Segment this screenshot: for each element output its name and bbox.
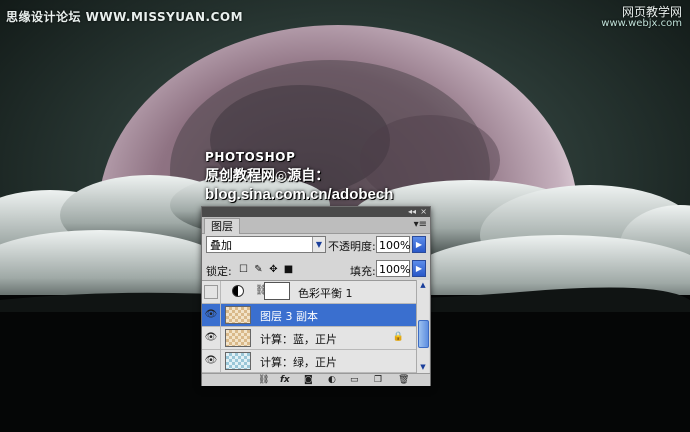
layer-list: ⛓ 色彩平衡 1 👁 图层 3 副本 👁 计算：蓝，正片 🔒 👁 计算：绿，正片 — [202, 280, 416, 374]
opacity-slider-arrow-icon[interactable]: ▶ — [412, 236, 426, 253]
fill-input[interactable]: 100% — [376, 260, 410, 277]
chevron-down-icon[interactable]: ▼ — [312, 237, 325, 252]
opacity-label: 不透明度: — [328, 240, 376, 253]
credit-line-3: blog.sina.com.cn/adobech — [205, 186, 394, 203]
watermark-site-title: 网页教学网 — [621, 5, 682, 19]
add-mask-icon[interactable]: ◙ — [304, 374, 313, 386]
collapse-icon[interactable]: ◂◂ — [408, 207, 416, 217]
new-group-icon[interactable]: ▭ — [350, 374, 359, 386]
blend-row: 叠加 ▼ 不透明度: 100% ▶ — [202, 235, 430, 255]
layer-name: 色彩平衡 1 — [298, 287, 353, 300]
layer-thumbnail — [225, 306, 251, 324]
opacity-input[interactable]: 100% — [376, 236, 410, 253]
layer-row-layer3-copy[interactable]: 👁 图层 3 副本 — [202, 304, 416, 327]
layer-thumbnail — [225, 352, 251, 370]
layers-panel: ◂◂ × 图层 ▾≡ 叠加 ▼ 不透明度: 100% ▶ 锁定: ☐ ✎ ✥ ■… — [201, 206, 431, 386]
adjustment-layer-icon[interactable]: ◐ — [328, 374, 336, 386]
credit-line-1: PHOTOSHOP — [205, 150, 296, 164]
fill-slider-arrow-icon[interactable]: ▶ — [412, 260, 426, 277]
tab-layers[interactable]: 图层 — [204, 218, 240, 234]
layer-mask-thumbnail[interactable] — [264, 282, 290, 300]
panel-bottom-toolbar: ⛓ fx ◙ ◐ ▭ ❐ 🗑 — [202, 373, 430, 386]
layer-row-calc-green[interactable]: 👁 计算：绿，正片 — [202, 350, 416, 373]
fill-label: 填充: — [350, 265, 376, 278]
layer-name: 图层 3 副本 — [260, 310, 318, 323]
scroll-up-icon[interactable]: ▲ — [417, 280, 429, 291]
scrollbar-thumb[interactable] — [418, 320, 429, 348]
visibility-toggle-off[interactable] — [204, 285, 218, 299]
layer-row-color-balance[interactable]: ⛓ 色彩平衡 1 — [202, 281, 416, 304]
eye-icon[interactable]: 👁 — [204, 331, 218, 345]
fx-icon[interactable]: fx — [280, 374, 290, 386]
blend-mode-value: 叠加 — [210, 239, 232, 252]
layer-thumbnail — [225, 329, 251, 347]
close-icon[interactable]: × — [420, 207, 427, 217]
watermark-left: 思缘设计论坛 WWW.MISSYUAN.COM — [6, 10, 244, 24]
eye-icon[interactable]: 👁 — [204, 354, 218, 368]
layer-name: 计算：蓝，正片 — [260, 333, 337, 346]
watermark-right: 网页教学网 www.webjx.com — [601, 6, 682, 30]
scroll-down-icon[interactable]: ▼ — [417, 362, 429, 373]
blend-mode-select[interactable]: 叠加 ▼ — [206, 236, 326, 253]
panel-tab-row: 图层 ▾≡ — [202, 217, 430, 234]
credit-text: PHOTOSHOP 原创教程网◎源自： blog.sina.com.cn/ado… — [205, 150, 393, 203]
watermark-site-url: www.webjx.com — [601, 18, 682, 29]
layer-name: 计算：绿，正片 — [260, 356, 337, 369]
lock-position-icon[interactable]: ✥ — [268, 264, 279, 275]
link-icon[interactable]: ⛓ — [258, 374, 269, 386]
lock-transparency-icon[interactable]: ☐ — [238, 264, 249, 275]
panel-menu-icon[interactable]: ▾≡ — [414, 219, 427, 230]
layer-list-scrollbar[interactable]: ▲ ▼ — [416, 280, 429, 373]
new-layer-icon[interactable]: ❐ — [374, 374, 382, 386]
panel-titlebar[interactable]: ◂◂ × — [202, 207, 430, 217]
layer-row-calc-blue[interactable]: 👁 计算：蓝，正片 🔒 — [202, 327, 416, 350]
trash-icon[interactable]: 🗑 — [398, 374, 409, 386]
lock-pixels-icon[interactable]: ✎ — [253, 264, 264, 275]
lock-all-icon[interactable]: ■ — [283, 264, 294, 275]
lock-label: 锁定: — [206, 265, 232, 278]
adjustment-layer-icon — [232, 285, 244, 297]
lock-icon: 🔒 — [392, 332, 404, 342]
eye-icon[interactable]: 👁 — [204, 308, 218, 322]
credit-line-2: 原创教程网◎源自： — [205, 168, 330, 184]
